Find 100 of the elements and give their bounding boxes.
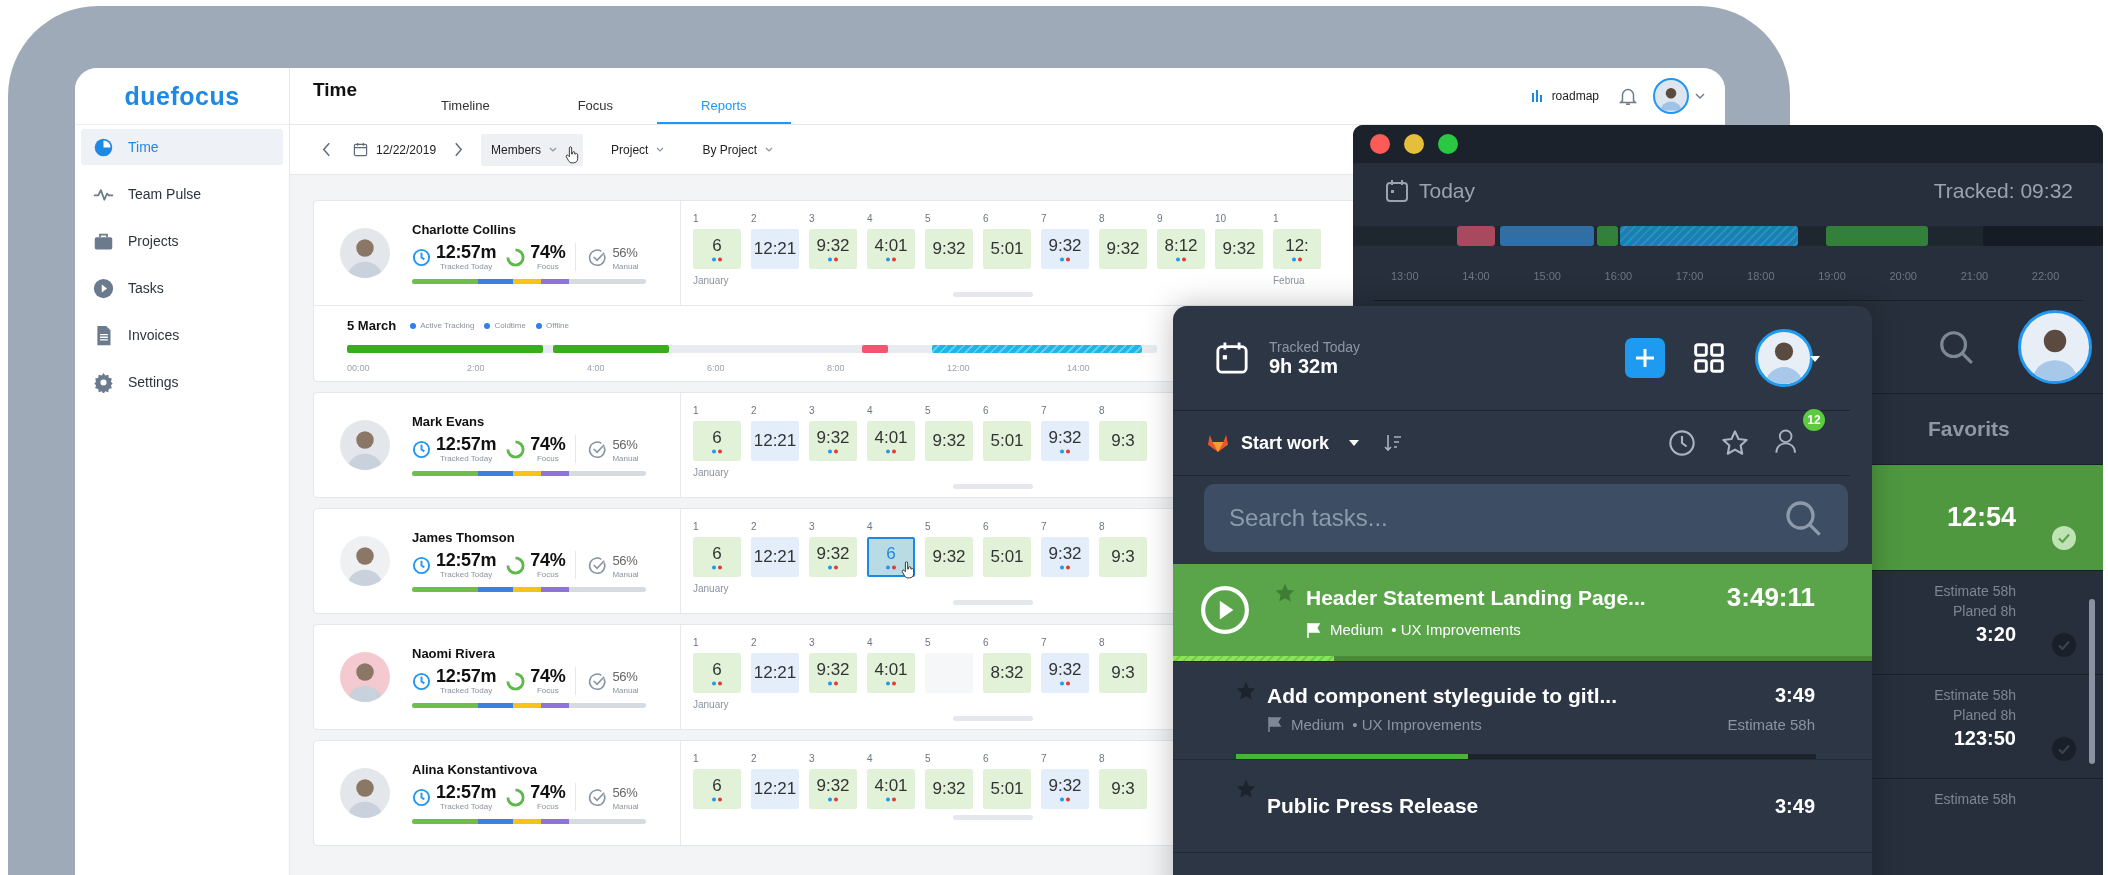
user-avatar[interactable] (1653, 78, 1689, 114)
scrollbar-thumb[interactable] (953, 292, 1033, 297)
day-cell[interactable]: 9:32 (925, 769, 973, 809)
search-field[interactable]: Search tasks... (1204, 484, 1848, 552)
check-circle-icon[interactable] (2052, 525, 2076, 550)
roadmap-link[interactable]: roadmap (1527, 85, 1603, 107)
sidebar-item[interactable]: Invoices (81, 317, 283, 353)
manual-value: 56% (612, 244, 639, 262)
day-cell[interactable]: 6 (693, 229, 741, 269)
detail-date: 5 March (347, 318, 397, 333)
add-button[interactable] (1625, 338, 1665, 378)
priority-label: Medium (1330, 621, 1384, 638)
day-cell[interactable]: 9:32 (809, 537, 857, 577)
day-cell[interactable]: 12:21 (751, 537, 799, 577)
day-cell[interactable]: 9:32 (925, 537, 973, 577)
day-cell[interactable]: 9:32 (809, 653, 857, 693)
day-cell[interactable]: 9:32 (925, 229, 973, 269)
sidebar-item[interactable]: Team Pulse (81, 176, 283, 212)
pie-chart-icon (93, 136, 114, 158)
day-cell[interactable]: 5:01 (983, 769, 1031, 809)
day-cell[interactable]: 9:32 (925, 421, 973, 461)
scrollbar-thumb[interactable] (953, 484, 1033, 489)
tab[interactable]: Timeline (397, 68, 534, 124)
filter-dropdown[interactable]: Members (481, 133, 584, 166)
search-icon[interactable] (1937, 328, 1975, 366)
date-label: 12/22/2019 (376, 142, 437, 157)
scrollbar-thumb[interactable] (953, 600, 1033, 605)
day-cell[interactable]: 12:21 (751, 229, 799, 269)
minimize-button[interactable] (1404, 134, 1424, 154)
hour-label: 16:00 (1604, 270, 1634, 282)
day-cell[interactable]: 9:32 (1099, 229, 1147, 269)
day-cell[interactable]: 6 (693, 537, 741, 577)
sidebar-item[interactable]: Tasks (81, 270, 283, 306)
day-cell[interactable]: 4:01 (867, 769, 915, 809)
day-number: 4 (867, 753, 874, 764)
sidebar-item[interactable]: Projects (81, 223, 283, 259)
day-cell[interactable]: 9:32 (1041, 537, 1089, 577)
day-cell[interactable]: 4:01 (867, 421, 915, 461)
day-cell[interactable]: 8:12 (1157, 229, 1205, 269)
day-cell[interactable]: 9:3 (1099, 653, 1147, 693)
day-cell[interactable]: 9:32 (809, 229, 857, 269)
day-cell[interactable]: 12:21 (751, 653, 799, 693)
day-cell[interactable]: 6 (693, 769, 741, 809)
close-button[interactable] (1370, 134, 1390, 154)
sidebar-item[interactable]: Settings (81, 364, 283, 400)
task-time: 3:49 (1774, 794, 1815, 818)
favorite-row[interactable]: 12:54 (1872, 464, 2103, 570)
day-cell[interactable]: 9:32 (1215, 229, 1263, 269)
filter-dropdown[interactable]: Project (601, 133, 675, 166)
hour-label: 19:00 (1818, 270, 1847, 282)
status-dots-icon (1291, 256, 1303, 262)
day-cell[interactable]: 9:32 (1041, 421, 1089, 461)
day-cell[interactable]: 6 (693, 653, 741, 693)
scrollbar-thumb[interactable] (953, 716, 1033, 721)
scrollbar-thumb[interactable] (953, 815, 1033, 820)
scrollbar[interactable] (2089, 599, 2095, 764)
focus-value: 74% (530, 243, 566, 262)
day-cell[interactable]: 5:01 (983, 229, 1031, 269)
day-cell[interactable]: 12:21 (751, 769, 799, 809)
day-cell[interactable]: 6 (693, 421, 741, 461)
day-cell[interactable]: 5:01 (983, 537, 1031, 577)
day-cell[interactable]: 4:01 (867, 653, 915, 693)
day-cell[interactable]: 9:32 (1041, 769, 1089, 809)
stat-label: Manual (612, 570, 639, 579)
day-cell[interactable]: 12:21 (751, 421, 799, 461)
status-dots-icon (885, 796, 897, 802)
day-cell[interactable]: 4:01 (867, 229, 915, 269)
check-circle-icon[interactable] (2052, 737, 2076, 761)
day-cell[interactable]: 9:32 (809, 769, 857, 809)
hour-label: 12:00 (947, 363, 971, 373)
day-cell[interactable]: 9:3 (1099, 769, 1147, 809)
sort-icon[interactable] (1383, 433, 1404, 453)
star-icon[interactable] (1274, 582, 1296, 604)
day-number: 2 (751, 521, 758, 532)
play-button-icon[interactable] (1200, 585, 1250, 635)
check-circle-icon[interactable] (2052, 633, 2076, 657)
start-work-dropdown[interactable]: Start work (1241, 432, 1360, 454)
maximize-button[interactable] (1438, 134, 1458, 154)
day-cell[interactable]: 12: (1273, 229, 1321, 269)
clock-icon[interactable] (1668, 429, 1696, 457)
status-dots-icon (827, 564, 839, 570)
day-cell[interactable]: 8:32 (983, 653, 1031, 693)
grid-icon[interactable] (1693, 342, 1725, 374)
avatar (340, 768, 390, 818)
day-number: 2 (751, 405, 758, 416)
day-cell[interactable]: 9:32 (1041, 229, 1089, 269)
avatar (340, 652, 390, 702)
task-row[interactable]: Add component styleguide to gitl... 3:49 Medium • UX Improvements Estimate 58h (1173, 662, 1872, 760)
day-cell[interactable]: 9:3 (1099, 421, 1147, 461)
task-row[interactable]: Public Press Release 3:49 (1173, 760, 1872, 853)
user-avatar[interactable] (1755, 329, 1813, 387)
tab[interactable]: Focus (533, 68, 658, 124)
play-icon (93, 277, 114, 299)
star-icon[interactable] (1721, 429, 1749, 457)
day-cell[interactable]: 9:32 (1041, 653, 1089, 693)
day-cell[interactable]: 5:01 (983, 421, 1031, 461)
search-icon[interactable] (1783, 498, 1823, 538)
filter-dropdown[interactable]: By Project (692, 133, 784, 166)
day-cell[interactable]: 9:32 (809, 421, 857, 461)
day-cell[interactable]: 9:3 (1099, 537, 1147, 577)
